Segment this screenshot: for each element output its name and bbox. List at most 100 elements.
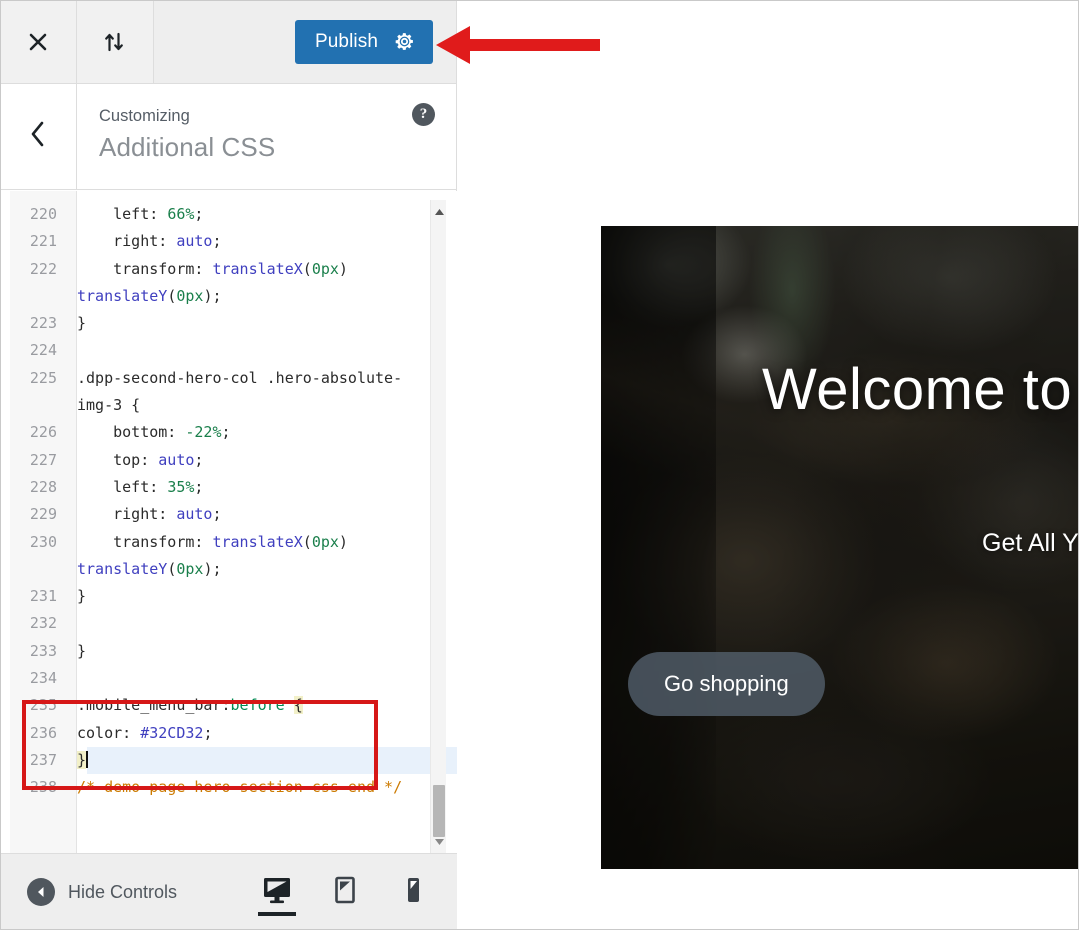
editor-line-number: 233 (29, 641, 57, 660)
editor-line[interactable]: 234 (10, 665, 430, 692)
editor-scrollbar[interactable] (430, 200, 446, 853)
editor-line-number: 232 (29, 614, 57, 633)
help-question-icon[interactable]: ? (412, 103, 435, 126)
editor-line[interactable]: 231} (10, 583, 430, 610)
editor-line-text[interactable]: right: auto; (67, 501, 430, 528)
editor-line-text[interactable]: transform: translateX(0px) translateY(0p… (67, 529, 430, 584)
code-token: ); (203, 286, 222, 305)
changeset-status-button[interactable] (77, 0, 154, 83)
editor-line-text[interactable]: top: auto; (67, 447, 430, 474)
code-token: transform: (77, 532, 213, 551)
editor-line-number: 225 (29, 368, 57, 387)
editor-line[interactable]: 225 .dpp-second-hero-col .hero-absolute-i… (10, 365, 430, 420)
editor-line-text[interactable]: left: 35%; (67, 474, 430, 501)
editor-line[interactable]: 232 (10, 610, 430, 637)
code-token: 0px (176, 286, 204, 305)
code-token: ( (167, 559, 177, 578)
editor-line-text[interactable]: right: auto; (67, 228, 430, 255)
code-token: translateX (212, 259, 303, 278)
code-token: ; (194, 450, 204, 469)
editor-line[interactable]: 233} (10, 638, 430, 665)
editor-line-text[interactable]: } (67, 638, 430, 665)
editor-line-text[interactable]: .mobile_menu_bar:before { (67, 692, 430, 719)
editor-line[interactable]: 236 color: #32CD32; (10, 720, 430, 747)
code-token: translateY (77, 286, 168, 305)
editor-line[interactable]: 237} (10, 746, 457, 775)
code-token: ; (203, 723, 213, 742)
editor-line-text[interactable]: /* demo page hero section css end */ (67, 774, 430, 801)
gear-icon[interactable] (394, 31, 415, 52)
publish-button[interactable]: Publish (294, 19, 433, 64)
code-token: before (230, 696, 285, 715)
close-customizer-button[interactable] (0, 0, 77, 83)
code-token: } (77, 587, 87, 606)
hide-controls-label: Hide Controls (68, 881, 178, 902)
editor-line-text[interactable]: transform: translateX(0px) translateY(0p… (67, 256, 430, 311)
panel-header: Customizing Additional CSS ? (0, 84, 456, 190)
editor-scrollbar-thumb[interactable] (433, 785, 445, 837)
code-token: translateY (77, 559, 168, 578)
editor-line-text[interactable]: left: 66%; (67, 201, 430, 228)
editor-line[interactable]: 227 top: auto; (10, 447, 430, 474)
scroll-down-arrow-icon[interactable] (431, 834, 447, 849)
panel-back-button[interactable] (0, 84, 77, 189)
editor-line-number: 238 (29, 778, 57, 797)
code-token: right: (77, 232, 177, 251)
editor-line[interactable]: 228 left: 35%; (10, 474, 430, 501)
editor-line-text[interactable]: .dpp-second-hero-col .hero-absolute-img-… (67, 365, 430, 420)
editor-line[interactable]: 222 transform: translateX(0px) translate… (10, 256, 430, 311)
code-token: auto (158, 450, 195, 469)
panel-subtitle: Customizing (99, 107, 190, 125)
code-token: ( (302, 259, 312, 278)
editor-line-text[interactable]: } (67, 583, 430, 610)
editor-line-text[interactable]: bottom: -22%; (67, 419, 430, 446)
editor-line[interactable]: 221 right: auto; (10, 228, 430, 255)
red-left-arrow-annotation (430, 20, 600, 75)
code-token: top: (77, 450, 159, 469)
editor-line-number: 223 (29, 314, 57, 333)
css-code-editor[interactable]: 220 left: 66%; 221 right: auto; 222 transf… (0, 191, 457, 853)
code-token: ( (302, 532, 312, 551)
editor-line-text[interactable]: color: #32CD32; (67, 720, 430, 747)
code-token: translateX (212, 532, 303, 551)
scroll-up-arrow-icon[interactable] (431, 204, 447, 219)
code-token: 0px (311, 532, 339, 551)
code-token: .mobile_menu_bar: (77, 696, 231, 715)
code-token: /* demo page hero section css end */ (77, 778, 403, 797)
editor-line[interactable]: 224 (10, 337, 430, 364)
editor-line[interactable]: 223} (10, 310, 430, 337)
editor-line[interactable]: 220 left: 66%; (10, 201, 430, 228)
code-token: 0px (176, 559, 204, 578)
hero-section: Welcome to Get All Y Go shopping (601, 226, 1079, 869)
editor-line[interactable]: 226 bottom: -22%; (10, 419, 430, 446)
site-preview-pane[interactable]: Welcome to Get All Y Go shopping (458, 0, 1079, 930)
code-token: ; (194, 205, 204, 223)
desktop-preview-button[interactable] (255, 854, 299, 930)
sort-arrows-icon (102, 30, 128, 54)
go-shopping-button[interactable]: Go shopping (628, 652, 825, 716)
code-token: #32CD32 (140, 723, 204, 742)
panel-title-group: Customizing Additional CSS ? (77, 84, 456, 189)
editor-line[interactable]: 230 transform: translateX(0px) translate… (10, 529, 430, 584)
editor-line[interactable]: 238 /* demo page hero section css end */ (10, 774, 430, 801)
tablet-preview-button[interactable] (323, 854, 367, 930)
page-title: Additional CSS (99, 132, 276, 163)
desktop-preview-icon (261, 875, 293, 910)
editor-line[interactable]: 235 .mobile_menu_bar:before { (10, 692, 430, 719)
code-token: left: (77, 477, 168, 496)
code-token: left: (77, 205, 168, 223)
code-token: transform: (77, 259, 213, 278)
device-preview-switcher (255, 854, 457, 930)
code-token: ) (338, 532, 357, 551)
editor-line-number: 234 (29, 669, 57, 688)
code-token: ; (221, 423, 231, 442)
editor-code-lines[interactable]: 220 left: 66%; 221 right: auto; 222 transf… (10, 201, 457, 802)
editor-line-text[interactable]: } (67, 747, 430, 774)
editor-line[interactable]: 229 right: auto; (10, 501, 430, 528)
code-token: bottom: (77, 423, 186, 442)
mobile-preview-button[interactable] (391, 854, 435, 930)
code-token: ; (212, 232, 222, 251)
hide-controls-button[interactable]: Hide Controls (0, 878, 177, 906)
editor-line-text[interactable]: } (67, 310, 430, 337)
